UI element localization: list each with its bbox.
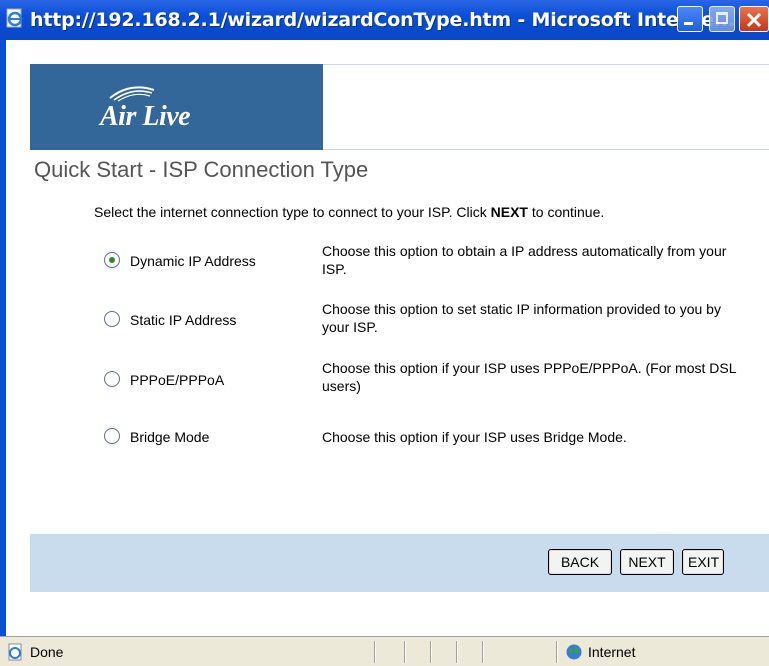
option-pppoe: PPPoE/PPPoA Choose this option if your I… <box>0 359 769 403</box>
page-done-icon <box>8 643 22 661</box>
security-zone-text: Internet <box>588 644 636 660</box>
window-titlebar[interactable]: http://192.168.2.1/wizard/wizardConType.… <box>0 0 769 40</box>
option-description: Choose this option to obtain a IP addres… <box>322 243 727 277</box>
option-description: Choose this option to set static IP info… <box>322 301 721 335</box>
radio-pppoe[interactable] <box>104 371 120 387</box>
ie-page-icon <box>6 8 23 28</box>
next-button[interactable]: NEXT <box>620 549 674 575</box>
option-label[interactable]: Bridge Mode <box>130 429 209 445</box>
radio-dynamic-ip[interactable] <box>104 252 120 268</box>
exit-button[interactable]: EXIT <box>682 549 724 575</box>
option-bridge: Bridge Mode Choose this option if your I… <box>0 420 769 464</box>
status-divider <box>430 641 431 663</box>
status-divider <box>404 641 405 663</box>
option-static-ip: Static IP Address Choose this option to … <box>0 298 769 342</box>
window-title: http://192.168.2.1/wizard/wizardConType.… <box>30 9 735 31</box>
logo-swoosh-icon <box>109 86 155 102</box>
radio-static-ip[interactable] <box>104 311 120 327</box>
instruction-text: Select the internet connection type to c… <box>94 204 605 220</box>
status-divider <box>374 641 375 663</box>
internet-globe-icon <box>566 644 582 660</box>
maximize-button[interactable] <box>709 6 735 32</box>
status-divider <box>556 641 557 663</box>
back-button[interactable]: BACK <box>548 549 612 575</box>
option-description: Choose this option if your ISP uses Brid… <box>322 429 627 445</box>
option-description: Choose this option if your ISP uses PPPo… <box>322 360 736 394</box>
option-dynamic-ip: Dynamic IP Address Choose this option to… <box>0 240 769 284</box>
header-spacer <box>323 64 769 150</box>
page-title: Quick Start - ISP Connection Type <box>34 157 369 182</box>
option-label[interactable]: Dynamic IP Address <box>130 253 256 269</box>
status-divider <box>456 641 457 663</box>
status-text: Done <box>30 644 64 660</box>
status-divider <box>482 641 483 663</box>
close-icon <box>746 12 762 28</box>
minimize-button[interactable] <box>677 6 703 32</box>
option-label[interactable]: PPPoE/PPPoA <box>130 372 224 388</box>
option-label[interactable]: Static IP Address <box>130 312 236 328</box>
radio-bridge[interactable] <box>104 428 120 444</box>
airlive-logo: Air Live <box>100 101 191 132</box>
close-button[interactable] <box>739 6 769 32</box>
status-bar: Done Internet <box>0 636 769 666</box>
